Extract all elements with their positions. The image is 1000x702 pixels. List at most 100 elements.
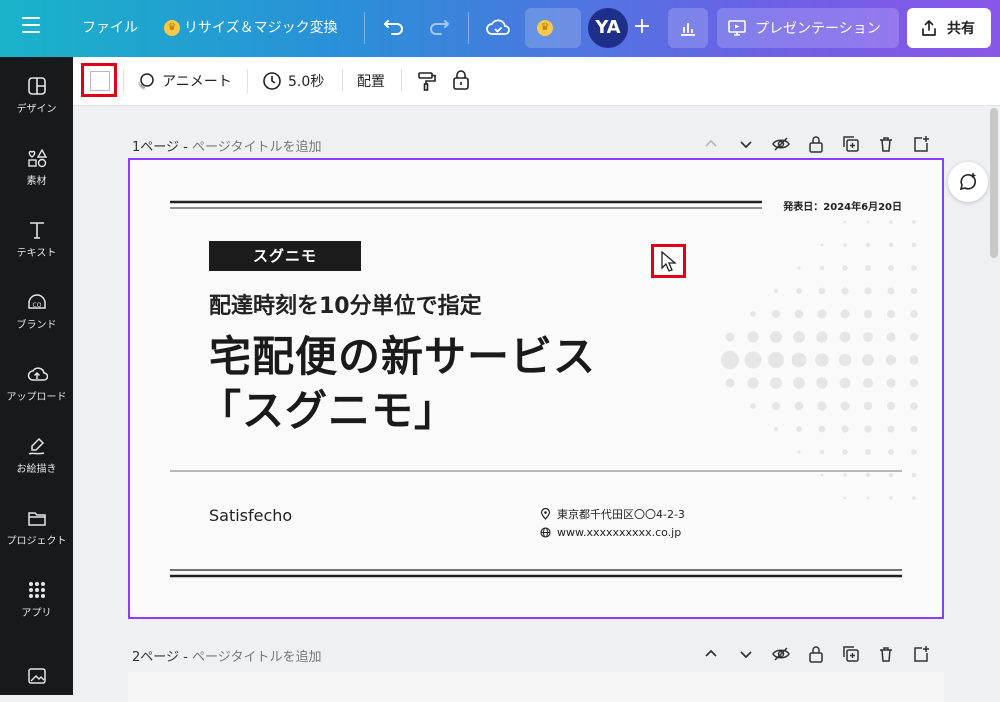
halftone-dot [820,473,824,477]
halftone-dot [909,355,919,365]
halftone-dot [888,449,894,455]
duplicate-page-icon[interactable] [842,135,860,153]
folder-icon [27,512,46,526]
halftone-dot [887,425,895,433]
hide-page-icon[interactable] [772,135,790,153]
present-label: プレゼンテーション [755,21,881,37]
sidebar: デザイン 素材 テキスト CO ブランド アップロード お絵描き プロジェクト … [0,57,73,695]
sidebar-item-design[interactable]: デザイン [0,75,73,115]
sidebar-item-elements[interactable]: 素材 [0,147,73,187]
halftone-dot [772,310,780,318]
redo-icon[interactable] [425,14,453,42]
company-name[interactable]: Satisfecho [209,506,292,525]
sidebar-item-text[interactable]: テキスト [0,219,73,259]
page-title-placeholder[interactable]: ページタイトルを追加 [192,140,321,155]
halftone-dot [863,332,873,342]
context-toolbar: アニメート 5.0秒 配置 [73,57,1000,106]
undo-icon[interactable] [380,14,408,42]
present-button[interactable]: プレゼンテーション [717,8,899,48]
halftone-dot [865,472,871,478]
slide-2-canvas[interactable] [128,672,944,702]
background-color-button[interactable] [81,63,117,97]
hide-page-icon[interactable] [772,645,790,663]
address-line[interactable]: 東京都千代田区〇〇4-2-3 [540,506,685,522]
animate-label: アニメート [162,74,232,90]
headline-line-1: 宅配便の新サービス [209,332,597,381]
position-button[interactable]: 配置 [357,71,385,91]
add-page-icon[interactable] [912,135,930,153]
paint-roller-icon[interactable] [416,70,438,92]
chevron-down-icon[interactable] [737,135,755,153]
sidebar-item-apps[interactable]: アプリ [0,579,73,619]
file-menu[interactable]: ファイル [82,18,138,38]
crown-icon: ♛ [164,20,180,36]
halftone-dot [911,265,917,271]
page-1-label[interactable]: 1ページ - ページタイトルを追加 [132,136,321,155]
crown-icon: ♛ [537,20,553,36]
page-2-label[interactable]: 2ページ - ページタイトルを追加 [132,646,321,665]
sidebar-item-brand[interactable]: CO ブランド [0,291,73,331]
halftone-dot [866,496,870,500]
menu-icon[interactable] [22,17,40,33]
slide-canvas[interactable]: 発表日：2024年6月20日 スグニモ 配達時刻を10分単位で指定 宅配便の新サ… [128,158,944,619]
halftone-dot [817,309,827,319]
analytics-button[interactable] [668,8,708,48]
add-comment-button[interactable] [948,162,988,202]
brand-tag[interactable]: スグニモ [209,241,361,271]
halftone-dot [886,332,896,342]
sidebar-item-projects[interactable]: プロジェクト [0,507,73,547]
duplicate-page-icon[interactable] [842,645,860,663]
halftone-dot [816,377,828,389]
halftone-dot [770,377,782,389]
divider [342,69,343,93]
halftone-dot [888,472,894,478]
divider [401,69,402,93]
clock-icon [263,72,281,90]
sidebar-item-label: 素材 [26,176,47,187]
lock-page-icon[interactable] [807,135,825,153]
sidebar-item-label: アップロード [6,392,67,403]
delete-page-icon[interactable] [877,645,895,663]
cloud-saved-icon[interactable] [484,14,512,42]
halftone-dot [909,378,919,388]
sidebar-item-draw[interactable]: お絵描き [0,435,73,475]
halftone-dot [772,402,780,410]
halftone-dot [818,425,826,433]
halftone-dot [864,425,872,433]
subheadline[interactable]: 配達時刻を10分単位で指定 [209,288,482,320]
lock-page-icon[interactable] [807,645,825,663]
halftone-dot [909,332,919,342]
halftone-dot [842,449,848,455]
upgrade-chip[interactable]: ♛ [525,8,581,48]
halftone-dot [866,220,870,224]
headline[interactable]: 宅配便の新サービス 「スグニモ」 [199,330,597,438]
add-page-icon[interactable] [912,645,930,663]
halftone-dot [863,378,873,388]
divider [468,12,469,44]
animate-icon [138,73,154,90]
chevron-down-icon[interactable] [737,645,755,663]
resize-button[interactable]: ♛ リサイズ＆マジック変換 [164,18,338,38]
sidebar-item-label: ブランド [16,320,57,331]
add-collaborator-button[interactable]: + [626,12,658,44]
sidebar-item-upload[interactable]: アップロード [0,363,73,403]
animate-button[interactable]: アニメート [136,71,232,91]
delete-page-icon[interactable] [877,135,895,153]
duration-button[interactable]: 5.0秒 [262,71,324,91]
sidebar-item-label: アプリ [21,608,52,619]
halftone-dot [817,401,827,411]
chevron-up-icon[interactable] [702,135,720,153]
avatar[interactable]: YA [588,8,628,48]
page-title-placeholder[interactable]: ページタイトルを追加 [192,650,321,665]
website-line[interactable]: www.xxxxxxxxxx.co.jp [540,526,681,539]
halftone-dot [774,289,778,293]
page-number: 1ページ - [132,140,188,155]
scrollbar[interactable] [990,108,998,258]
share-icon [922,20,936,36]
lock-icon[interactable] [450,69,472,91]
chevron-up-icon[interactable] [702,645,720,663]
sidebar-item-magic-media[interactable] [0,665,73,690]
release-date[interactable]: 発表日：2024年6月20日 [783,198,902,213]
share-button[interactable]: 共有 [907,8,991,48]
elements-icon [27,148,47,168]
